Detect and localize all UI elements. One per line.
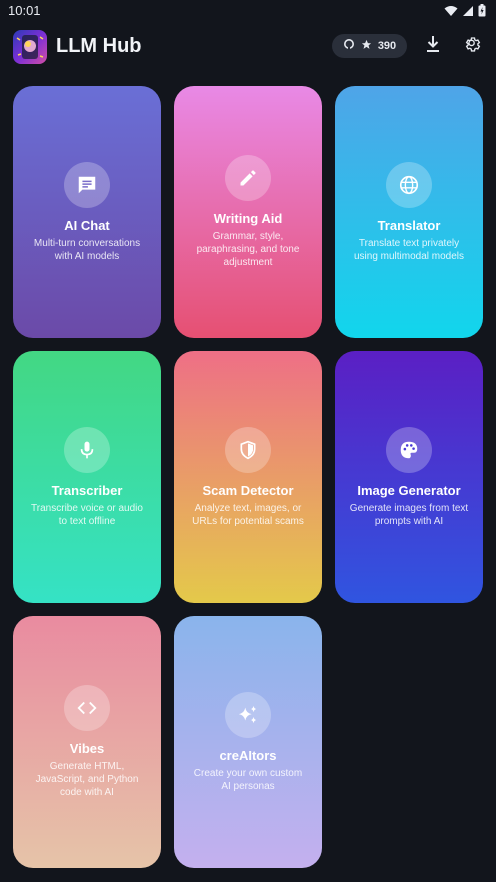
battery-icon bbox=[478, 4, 486, 22]
status-time: 10:01 bbox=[8, 3, 41, 18]
card-description: Grammar, style, paraphrasing, and tone a… bbox=[196, 231, 300, 268]
card-vibes[interactable]: Vibes Generate HTML, JavaScript, and Pyt… bbox=[13, 616, 161, 868]
card-description: Multi-turn conversations with AI models bbox=[33, 237, 141, 262]
app-header: LLM Hub 390 bbox=[0, 22, 496, 70]
card-title: AI Chat bbox=[64, 217, 110, 233]
github-star-count: 390 bbox=[377, 40, 397, 52]
card-title: Scam Detector bbox=[202, 482, 294, 498]
card-description: Generate images from text prompts with A… bbox=[349, 502, 469, 527]
gear-icon bbox=[464, 35, 482, 58]
palette-icon bbox=[386, 426, 432, 473]
card-title: Translator bbox=[377, 217, 441, 233]
code-icon bbox=[64, 685, 110, 731]
download-button[interactable] bbox=[421, 34, 445, 58]
card-writing-aid[interactable]: Writing Aid Grammar, style, paraphrasing… bbox=[174, 86, 322, 338]
settings-button[interactable] bbox=[461, 34, 485, 58]
pencil-icon bbox=[225, 155, 271, 201]
download-icon bbox=[425, 35, 441, 58]
github-stars-chip[interactable]: 390 bbox=[332, 34, 407, 58]
card-description: Generate HTML, JavaScript, and Python co… bbox=[35, 761, 139, 798]
card-scam-detector[interactable]: Scam Detector Analyze text, images, or U… bbox=[174, 351, 322, 603]
card-transcriber[interactable]: Transcriber Transcribe voice or audio to… bbox=[13, 351, 161, 603]
card-title: Transcriber bbox=[51, 482, 123, 498]
card-description: Translate text privately using multimoda… bbox=[353, 237, 465, 262]
globe-icon bbox=[386, 161, 432, 208]
card-title: Writing Aid bbox=[213, 211, 283, 226]
card-description: Transcribe voice or audio to text offlin… bbox=[31, 502, 143, 527]
card-ai-chat[interactable]: AI Chat Multi-turn conversations with AI… bbox=[13, 86, 161, 338]
card-image-generator[interactable]: Image Generator Generate images from tex… bbox=[335, 351, 483, 603]
card-creaitors[interactable]: creAItors Create your own custom AI pers… bbox=[174, 616, 322, 868]
wifi-icon bbox=[444, 4, 458, 22]
card-translator[interactable]: Translator Translate text privately usin… bbox=[335, 86, 483, 338]
app-logo bbox=[13, 30, 47, 64]
card-title: Image Generator bbox=[357, 482, 461, 498]
signal-icon bbox=[462, 4, 474, 22]
microphone-icon bbox=[64, 426, 110, 473]
sparkles-icon bbox=[225, 691, 271, 738]
card-description: Analyze text, images, or URLs for potent… bbox=[192, 502, 304, 527]
star-icon bbox=[361, 37, 372, 55]
card-description: Create your own custom AI personas bbox=[193, 767, 303, 792]
status-icons bbox=[444, 4, 486, 22]
card-title: creAItors bbox=[219, 747, 277, 763]
github-icon bbox=[343, 37, 355, 55]
chat-icon bbox=[64, 161, 110, 208]
card-title: Vibes bbox=[69, 741, 105, 756]
app-title: LLM Hub bbox=[56, 35, 142, 57]
status-bar: 10:01 bbox=[0, 0, 496, 22]
shield-icon bbox=[225, 426, 271, 473]
